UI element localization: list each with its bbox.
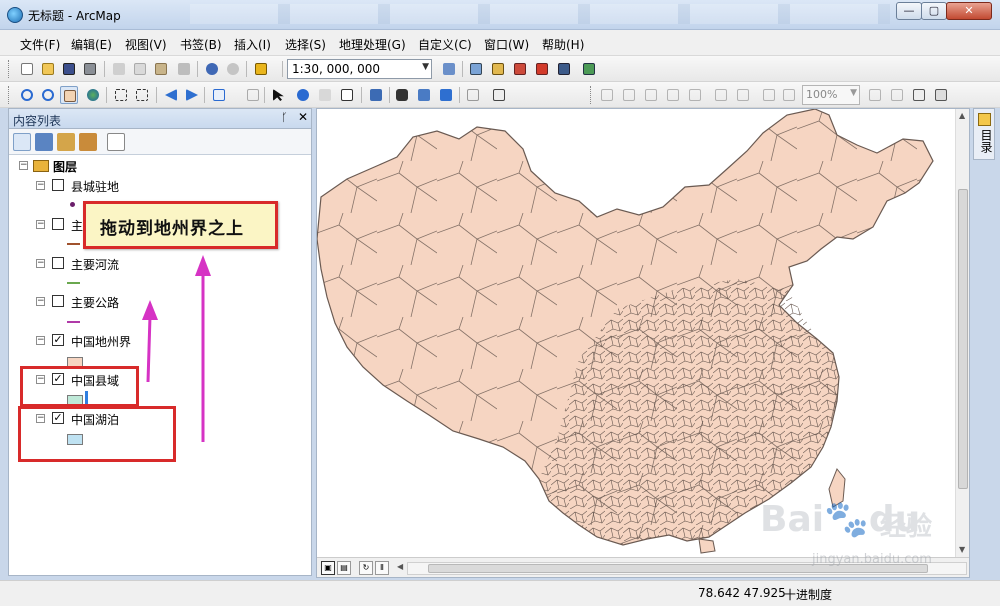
fixed-zoom-out-layout-icon[interactable] [734,86,752,104]
catalog-icon [978,113,991,126]
fixed-zoom-in-layout-icon[interactable] [712,86,730,104]
layout-zoom-value: 100% [806,88,838,101]
scroll-left-icon[interactable]: ◀ [397,562,403,571]
time-slider-icon[interactable] [464,86,482,104]
menu-customize[interactable]: 自定义(C) [418,36,472,53]
scroll-up-icon[interactable]: ▲ [959,111,965,120]
search-window-icon[interactable] [511,60,529,78]
refresh-icon[interactable]: ↻ [359,561,373,575]
watermark-brand: 经验 [880,512,933,542]
model-builder-icon[interactable] [580,60,598,78]
menu-windows[interactable]: 窗口(W) [484,36,529,53]
arctoolbox-icon[interactable] [533,60,551,78]
layout-zoom-in-icon[interactable] [598,86,616,104]
toggle-draft-mode-icon[interactable] [866,86,884,104]
coordinate-units: 十进制度 [784,588,833,602]
scrollbar-thumb[interactable] [958,189,968,489]
drag-arrow-short [146,315,152,383]
catalog-window-icon[interactable] [489,60,507,78]
minimize-button[interactable]: — [896,2,922,20]
find-binoculars-icon[interactable] [393,86,411,104]
callout-text: 拖动到地州界之上 [100,219,244,239]
zoom-whole-page-icon[interactable] [664,86,682,104]
menu-help[interactable]: 帮助(H) [542,36,584,53]
instruction-callout: 拖动到地州界之上 [83,201,278,249]
go-to-xy-icon[interactable] [437,86,455,104]
zoom-to-100-icon[interactable] [686,86,704,104]
china-map[interactable] [317,109,955,557]
layout-zoom-combobox[interactable]: 100% ▼ [802,85,860,105]
map-vertical-scrollbar[interactable]: ▲ ▼ [955,109,969,557]
baidu-watermark: Bai🐾du 经验 jingyan.baidu.com [760,498,995,578]
focus-data-frame-icon[interactable] [888,86,906,104]
create-viewer-icon[interactable] [490,86,508,104]
data-driven-pages-icon[interactable] [932,86,950,104]
arrow-head-icon [142,300,158,320]
pause-drawing-icon[interactable]: Ⅱ [375,561,389,575]
menu-geoprocessing[interactable]: 地理处理(G) [339,36,406,53]
html-popup-icon[interactable] [338,86,356,104]
layout-pan-icon[interactable] [642,86,660,104]
maximize-button[interactable]: ▢ [921,2,947,20]
layout-view-icon[interactable]: ▤ [337,561,351,575]
status-bar: 78.642 47.925 十进制度 [0,580,1000,606]
table-of-contents-icon[interactable] [467,60,485,78]
find-route-icon[interactable] [415,86,433,104]
arrow-head-icon [195,255,211,276]
data-view-icon[interactable]: ▣ [321,561,335,575]
layout-zoom-out-icon[interactable] [620,86,638,104]
next-extent-layout-icon[interactable] [780,86,798,104]
cursor-coordinates: 78.642 47.925 [698,586,786,600]
catalog-side-tab[interactable]: 目录 [973,108,995,160]
close-button[interactable]: ✕ [946,2,992,20]
chevron-down-icon[interactable]: ▼ [850,88,857,98]
hainan-island [698,538,716,554]
measure-icon[interactable] [367,86,385,104]
change-layout-icon[interactable] [910,86,928,104]
previous-extent-layout-icon[interactable] [760,86,778,104]
python-window-icon[interactable] [555,60,573,78]
watermark-url: jingyan.baidu.com [812,552,932,567]
chevron-down-icon[interactable]: ▼ [422,62,429,72]
catalog-tab-label: 目录 [979,129,993,153]
editor-toolbar-icon[interactable] [440,60,458,78]
